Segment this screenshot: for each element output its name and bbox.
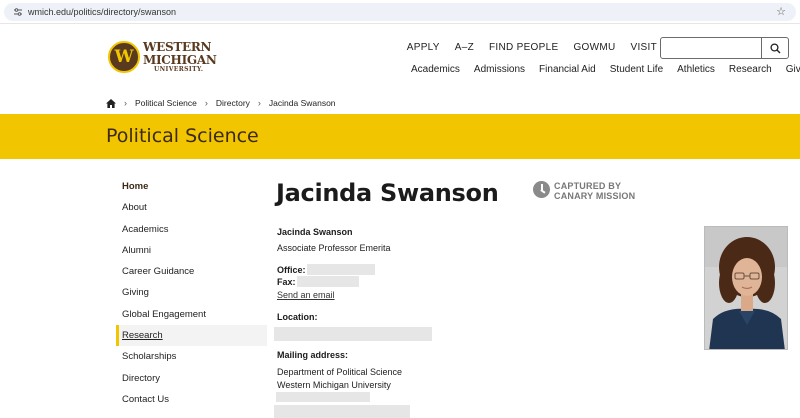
breadcrumb-separator: › [204,98,208,108]
url-text[interactable]: wmich.edu/politics/directory/swanson [28,5,176,19]
sidebar-item-directory[interactable]: Directory [116,368,267,389]
nav-student-life[interactable]: Student Life [610,64,663,76]
profile-photo [704,226,788,350]
send-email-link[interactable]: Send an email [277,289,335,301]
utility-nav: APPLY A–Z FIND PEOPLE GOWMU VISIT [407,42,657,54]
nav-academics[interactable]: Academics [411,64,460,76]
wmu-logo[interactable]: W WESTERN MICHIGAN UNIVERSITY. [108,39,217,75]
sidebar-item-alumni[interactable]: Alumni [116,240,267,261]
breadcrumb: › Political Science › Directory › Jacind… [106,98,336,108]
canary-mission-badge[interactable]: CAPTURED BY CANARY MISSION [533,181,653,203]
sidebar-item-academics[interactable]: Academics [116,219,267,240]
section-sidebar: Home About Academics Alumni Career Guida… [116,176,267,410]
breadcrumb-political-science[interactable]: Political Science [135,98,197,108]
redacted-fax [297,276,359,287]
utility-link-a-z[interactable]: A–Z [455,42,474,54]
utility-link-apply[interactable]: APPLY [407,42,440,54]
sidebar-item-scholarships[interactable]: Scholarships [116,346,267,367]
breadcrumb-current: Jacinda Swanson [268,98,336,108]
location-label: Location: [277,312,318,322]
page-title: Jacinda Swanson [276,179,499,207]
canary-badge-line2: CANARY MISSION [554,191,636,201]
sidebar-item-career-guidance[interactable]: Career Guidance [116,261,267,282]
search-button[interactable] [762,38,789,58]
nav-admissions[interactable]: Admissions [474,64,525,76]
redacted-address-line3 [276,392,370,402]
canary-badge-line1: CAPTURED BY [554,181,622,191]
profile-name: Jacinda Swanson [277,227,353,237]
utility-link-visit[interactable]: VISIT [630,42,657,54]
sidebar-item-research[interactable]: Research [116,325,267,347]
search-input[interactable] [661,38,761,58]
sidebar-item-about[interactable]: About [116,197,267,218]
mailing-address-label: Mailing address: [277,350,349,360]
breadcrumb-separator: › [257,98,261,108]
nav-athletics[interactable]: Athletics [677,64,715,76]
home-icon[interactable] [106,98,116,108]
logo-text-university: UNIVERSITY. [154,66,204,73]
nav-give[interactable]: Give [786,64,800,76]
search-icon [770,43,781,54]
browser-address-bar: wmich.edu/politics/directory/swanson ☆ [0,0,800,24]
sidebar-item-contact-us[interactable]: Contact Us [116,389,267,410]
wmu-badge-icon: W [108,41,140,73]
fax-label: Fax: [277,277,296,287]
mailing-address-line1: Department of Political Science [277,367,403,377]
mailing-address-line2: Western Michigan University [277,380,391,390]
profile-role: Associate Professor Emerita [277,243,391,253]
sidebar-item-global-engagement[interactable]: Global Engagement [116,304,267,325]
redacted-address-line4 [274,405,410,418]
utility-link-find-people[interactable]: FIND PEOPLE [489,42,558,54]
site-search [660,37,789,59]
breadcrumb-directory[interactable]: Directory [216,98,250,108]
nav-research[interactable]: Research [729,64,772,76]
person-portrait-icon [705,227,787,349]
department-banner: Political Science [0,114,800,159]
url-field[interactable]: wmich.edu/politics/directory/swanson ☆ [4,3,796,21]
bookmark-star-icon[interactable]: ☆ [776,4,786,20]
sidebar-item-giving[interactable]: Giving [116,282,267,303]
department-title[interactable]: Political Science [106,124,259,148]
main-nav: Academics Admissions Financial Aid Stude… [411,64,800,76]
utility-link-gowmu[interactable]: GOWMU [573,42,615,54]
clock-icon [533,181,550,198]
redacted-location [274,327,432,341]
office-label: Office: [277,265,306,275]
sidebar-item-home[interactable]: Home [116,176,267,197]
redacted-office [307,264,375,275]
site-settings-icon[interactable] [13,7,23,17]
nav-financial-aid[interactable]: Financial Aid [539,64,596,76]
breadcrumb-separator: › [124,98,127,108]
